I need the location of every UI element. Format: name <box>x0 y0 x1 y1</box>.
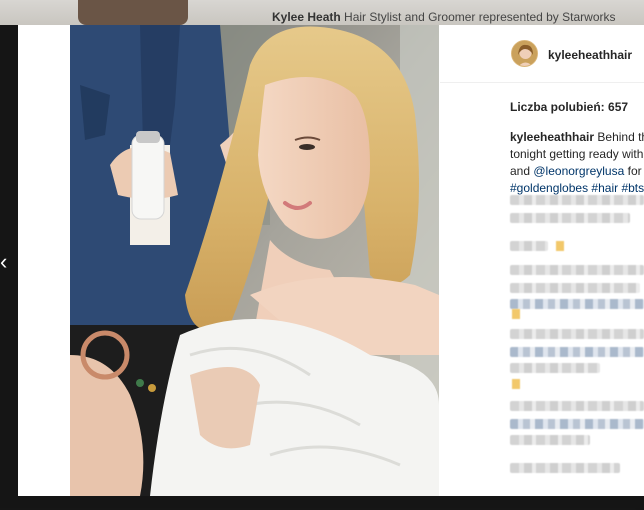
caption-line-3: and @leonorgreylusa for t <box>510 163 644 180</box>
blurred-comment <box>510 463 620 473</box>
blurred-emoji <box>512 309 520 319</box>
caption-line-2: tonight getting ready with <box>510 147 644 161</box>
background-profile-description: Hair Stylist and Groomer represented by … <box>344 10 616 24</box>
caption-line-1: kyleeheathhair Behind the <box>510 129 644 146</box>
blurred-comment <box>510 195 644 205</box>
blurred-comment <box>510 401 644 411</box>
blurred-comments <box>510 195 644 495</box>
post-photo[interactable] <box>70 25 439 496</box>
hashtag-link[interactable]: #goldenglobes <box>510 181 588 195</box>
post-photo-image <box>70 25 439 496</box>
blurred-comment <box>510 329 644 339</box>
blurred-comment <box>510 299 644 309</box>
blurred-comment <box>510 213 630 223</box>
background-profile-bio: Kylee Heath Hair Stylist and Groomer rep… <box>272 10 615 24</box>
post-username[interactable]: kyleeheathhair <box>548 48 632 62</box>
avatar[interactable] <box>511 40 538 67</box>
post-caption: kyleeheathhair Behind the tonight gettin… <box>510 129 644 197</box>
caption-mention-link[interactable]: @leonorgreylusa <box>533 164 624 178</box>
caption-text-3: and <box>510 164 531 178</box>
likes-count: Liczba polubień: 657 <box>510 100 628 114</box>
blurred-emoji <box>556 241 564 251</box>
background-page-header: Kylee Heath Hair Stylist and Groomer rep… <box>0 0 644 25</box>
blurred-emoji <box>512 379 520 389</box>
caption-username[interactable]: kyleeheathhair <box>510 130 594 144</box>
blurred-comment <box>510 241 548 251</box>
caption-text-1: Behind the <box>597 130 644 144</box>
likes-label: Liczba polubień: <box>510 100 605 114</box>
blurred-comment <box>510 363 600 373</box>
hashtag-link[interactable]: #hair <box>591 181 618 195</box>
previous-post-arrow-icon[interactable]: ‹ <box>0 250 14 274</box>
blurred-comment <box>510 265 644 275</box>
blurred-comment <box>510 435 590 445</box>
caption-text-4: for t <box>627 164 644 178</box>
likes-number: 657 <box>608 100 629 114</box>
hashtag-link[interactable]: #bts <box>621 181 644 195</box>
blurred-comment <box>510 419 644 429</box>
background-profile-name: Kylee Heath <box>272 10 341 24</box>
blurred-comment <box>510 347 644 357</box>
background-profile-image <box>78 0 188 25</box>
blurred-comment <box>510 283 640 293</box>
